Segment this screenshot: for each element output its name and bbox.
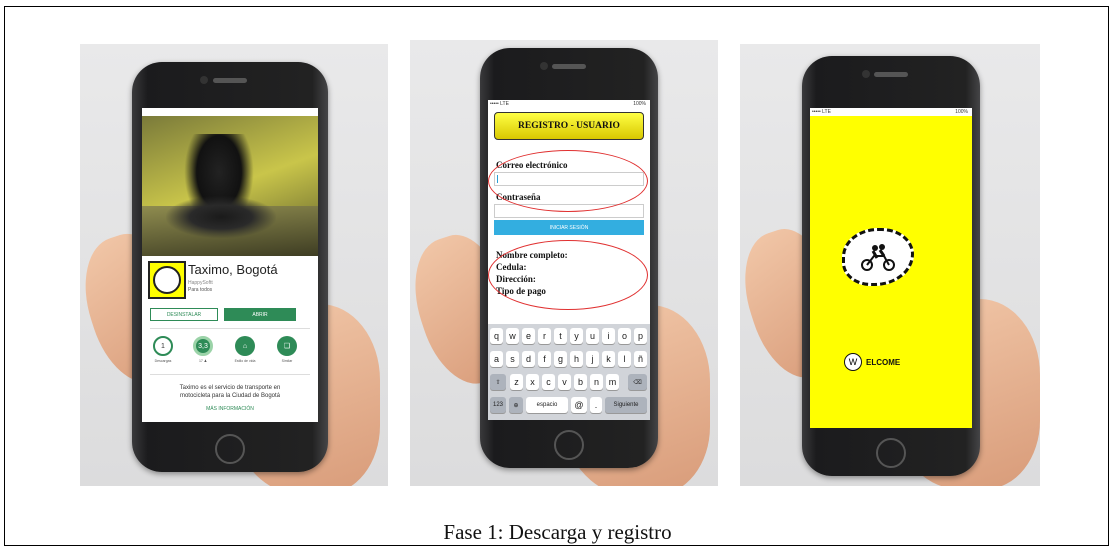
key-w[interactable]: w [506, 328, 519, 344]
key-d[interactable]: d [522, 351, 535, 367]
key-n[interactable]: n [590, 374, 603, 390]
key-e[interactable]: e [522, 328, 535, 344]
keyboard: q w e r t y u i o p a s d f g h j k l ñ [488, 324, 650, 420]
key-x[interactable]: x [526, 374, 539, 390]
content-rating: Para todos [188, 287, 213, 293]
key-s[interactable]: s [506, 351, 519, 367]
more-info-link[interactable]: MÁS INFORMACIÓN [142, 406, 318, 412]
app-developer[interactable]: HappySoftt [188, 280, 213, 286]
key-g[interactable]: g [554, 351, 567, 367]
welcome-text: ELCOME [866, 358, 901, 367]
dot-key[interactable]: . [590, 397, 602, 413]
cards-icon: ❏ [277, 336, 297, 356]
key-q[interactable]: q [490, 328, 503, 344]
key-j[interactable]: j [586, 351, 599, 367]
app-description: Taximo es el servicio de transporte en m… [179, 385, 281, 400]
home-button[interactable] [876, 438, 906, 468]
photo-play-store: Taximo, Bogotá HappySoftt Para todos DES… [80, 44, 388, 486]
rating-stat: 3,3 17 ♟ [186, 336, 220, 363]
home-button[interactable] [215, 434, 245, 464]
key-y[interactable]: y [570, 328, 583, 344]
space-key[interactable]: espacio [526, 397, 568, 413]
play-store-screen: Taximo, Bogotá HappySoftt Para todos DES… [142, 108, 318, 422]
registration-screen: ••••• LTE 100% REGISTRO - USUARIO Correo… [488, 100, 650, 420]
uninstall-button[interactable]: DESINSTALAR [150, 308, 218, 321]
key-h[interactable]: h [570, 351, 583, 367]
numbers-key[interactable]: 123 [490, 397, 506, 413]
phone: ••••• LTE 100% W ELCOME [802, 56, 980, 476]
similar-stat[interactable]: ❏ Similar [270, 336, 304, 363]
key-u[interactable]: u [586, 328, 599, 344]
key-i[interactable]: i [602, 328, 615, 344]
login-button[interactable]: INICIAR SESIÓN [494, 220, 644, 235]
shift-icon[interactable]: ⇧ [490, 374, 506, 390]
welcome-screen: ••••• LTE 100% W ELCOME [810, 108, 972, 428]
app-title: Taximo, Bogotá [188, 262, 278, 277]
photo-registration: ••••• LTE 100% REGISTRO - USUARIO Correo… [410, 40, 718, 486]
next-key[interactable]: Siguiente [605, 397, 647, 413]
key-p[interactable]: p [634, 328, 647, 344]
category-stat[interactable]: ⌂ Estilo de vida [228, 336, 262, 363]
figure-caption: Fase 1: Descarga y registro [443, 520, 672, 544]
backspace-icon[interactable]: ⌫ [628, 374, 647, 390]
key-c[interactable]: c [542, 374, 555, 390]
globe-icon[interactable]: ⊕ [509, 397, 523, 413]
photo-welcome: ••••• LTE 100% W ELCOME [740, 44, 1040, 486]
key-a[interactable]: a [490, 351, 503, 367]
open-button[interactable]: ABRIR [224, 308, 296, 321]
home-icon: ⌂ [235, 336, 255, 356]
downloads-stat: 1 Descargas [146, 336, 180, 363]
home-button[interactable] [554, 430, 584, 460]
app-banner-image [142, 116, 318, 256]
key-b[interactable]: b [574, 374, 587, 390]
key-o[interactable]: o [618, 328, 631, 344]
at-key[interactable]: @ [571, 397, 587, 413]
key-z[interactable]: z [510, 374, 523, 390]
welcome-logo-icon: W [844, 353, 862, 371]
key-f[interactable]: f [538, 351, 551, 367]
key-n-tilde[interactable]: ñ [634, 351, 647, 367]
phone: Taximo, Bogotá HappySoftt Para todos DES… [132, 62, 328, 472]
key-v[interactable]: v [558, 374, 571, 390]
key-k[interactable]: k [602, 351, 615, 367]
app-logo-icon [148, 261, 186, 299]
key-r[interactable]: r [538, 328, 551, 344]
registration-title: REGISTRO - USUARIO [494, 112, 644, 140]
key-t[interactable]: t [554, 328, 567, 344]
highlight-oval [488, 240, 648, 310]
highlight-oval [488, 150, 648, 212]
key-l[interactable]: l [618, 351, 631, 367]
key-m[interactable]: m [606, 374, 619, 390]
phone: ••••• LTE 100% REGISTRO - USUARIO Correo… [480, 48, 658, 468]
